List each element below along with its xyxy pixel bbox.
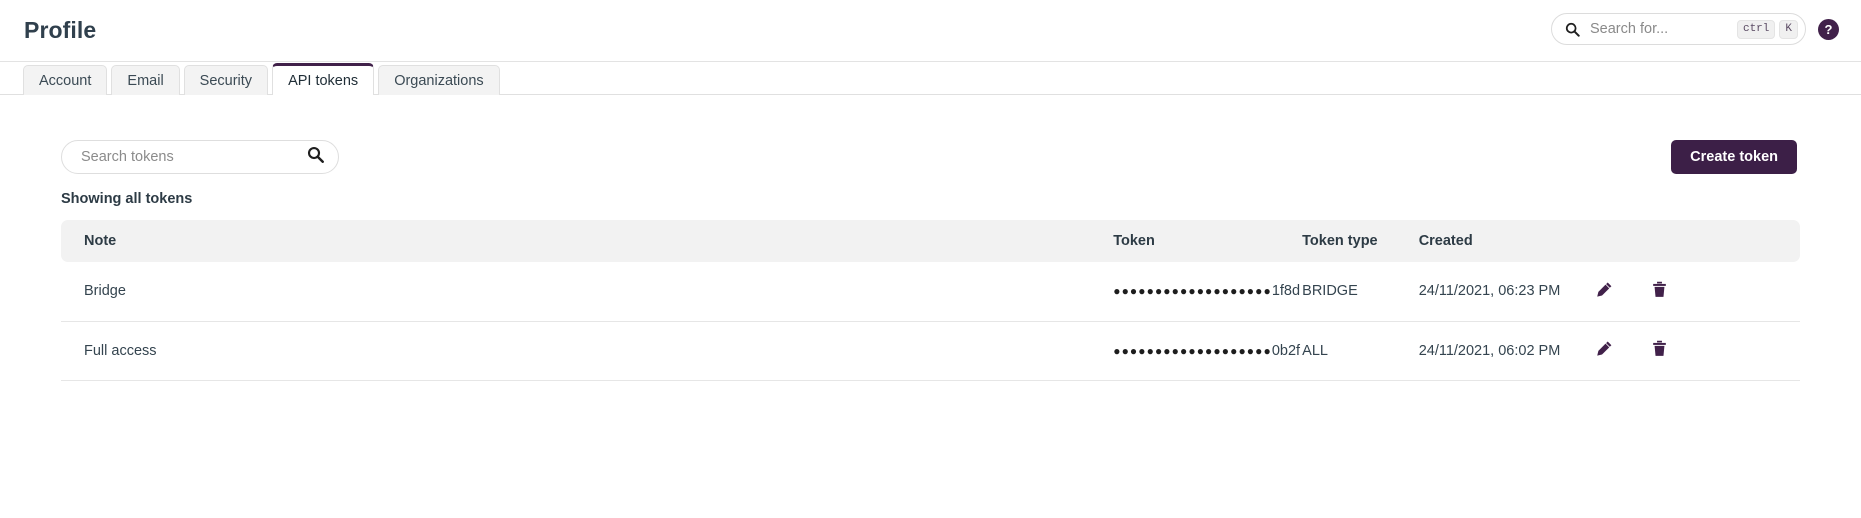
cell-token-type: BRIDGE bbox=[1302, 262, 1419, 322]
table-row: Bridge ●●●●●●●●●●●●●●●●●●●1f8d BRIDGE 24… bbox=[61, 262, 1800, 322]
cell-created: 24/11/2021, 06:23 PM bbox=[1418, 262, 1597, 322]
cell-created: 24/11/2021, 06:02 PM bbox=[1418, 321, 1597, 381]
trash-icon[interactable] bbox=[1651, 281, 1668, 298]
pencil-icon[interactable] bbox=[1596, 340, 1613, 357]
column-header-token: Token bbox=[1113, 220, 1303, 262]
cell-actions bbox=[1596, 262, 1800, 322]
cell-token: ●●●●●●●●●●●●●●●●●●●0b2f bbox=[1113, 321, 1303, 381]
tab-security[interactable]: Security bbox=[183, 65, 269, 95]
tokens-table-head: Note Token Token type Created bbox=[61, 220, 1800, 262]
shortcut-k-badge: K bbox=[1779, 19, 1798, 39]
tab-api-tokens[interactable]: API tokens bbox=[272, 63, 375, 95]
shortcut-ctrl-badge: ctrl bbox=[1736, 19, 1776, 39]
cell-token: ●●●●●●●●●●●●●●●●●●●1f8d bbox=[1113, 262, 1303, 322]
pencil-icon[interactable] bbox=[1596, 281, 1613, 298]
column-header-token-type: Token type bbox=[1302, 220, 1419, 262]
tab-organizations[interactable]: Organizations bbox=[378, 65, 500, 95]
tab-account[interactable]: Account bbox=[23, 65, 108, 95]
search-tokens-input[interactable] bbox=[79, 148, 307, 166]
trash-icon[interactable] bbox=[1651, 340, 1668, 357]
api-tokens-panel: Create token Showing all tokens Note Tok… bbox=[0, 140, 1861, 381]
tokens-table-body: Bridge ●●●●●●●●●●●●●●●●●●●1f8d BRIDGE 24… bbox=[61, 262, 1800, 381]
search-icon bbox=[1565, 22, 1580, 37]
tokens-toolbar: Create token bbox=[0, 140, 1861, 174]
column-header-actions bbox=[1596, 220, 1800, 262]
table-row: Full access ●●●●●●●●●●●●●●●●●●●0b2f ALL … bbox=[61, 321, 1800, 381]
table-header-row: Note Token Token type Created bbox=[61, 220, 1800, 262]
column-header-note: Note bbox=[61, 220, 1114, 262]
showing-tokens-label: Showing all tokens bbox=[61, 191, 193, 207]
search-input[interactable] bbox=[1588, 20, 1733, 38]
header-right-controls: ctrl K ? bbox=[1551, 13, 1839, 45]
search-icon[interactable] bbox=[307, 146, 324, 168]
token-tail: 0b2f bbox=[1271, 342, 1301, 359]
global-search[interactable]: ctrl K bbox=[1551, 13, 1806, 45]
tokens-table: Note Token Token type Created Bridge ●●●… bbox=[61, 220, 1800, 381]
tokens-table-container: Note Token Token type Created Bridge ●●●… bbox=[61, 220, 1800, 381]
token-tail: 1f8d bbox=[1271, 283, 1301, 300]
create-token-button[interactable]: Create token bbox=[1671, 140, 1797, 174]
app-header: Profile ctrl K ? bbox=[0, 0, 1861, 62]
cell-actions bbox=[1596, 321, 1800, 381]
token-mask: ●●●●●●●●●●●●●●●●●●● bbox=[1113, 343, 1272, 358]
cell-note: Full access bbox=[61, 321, 1114, 381]
tab-email[interactable]: Email bbox=[111, 65, 180, 95]
column-header-created: Created bbox=[1418, 220, 1597, 262]
cell-token-type: ALL bbox=[1302, 321, 1419, 381]
token-mask: ●●●●●●●●●●●●●●●●●●● bbox=[1113, 284, 1272, 299]
cell-note: Bridge bbox=[61, 262, 1114, 322]
token-search-box[interactable] bbox=[61, 140, 339, 174]
help-circle-icon[interactable]: ? bbox=[1818, 18, 1839, 40]
page-title: Profile bbox=[24, 17, 97, 43]
profile-tabs: Account Email Security API tokens Organi… bbox=[0, 62, 1861, 95]
